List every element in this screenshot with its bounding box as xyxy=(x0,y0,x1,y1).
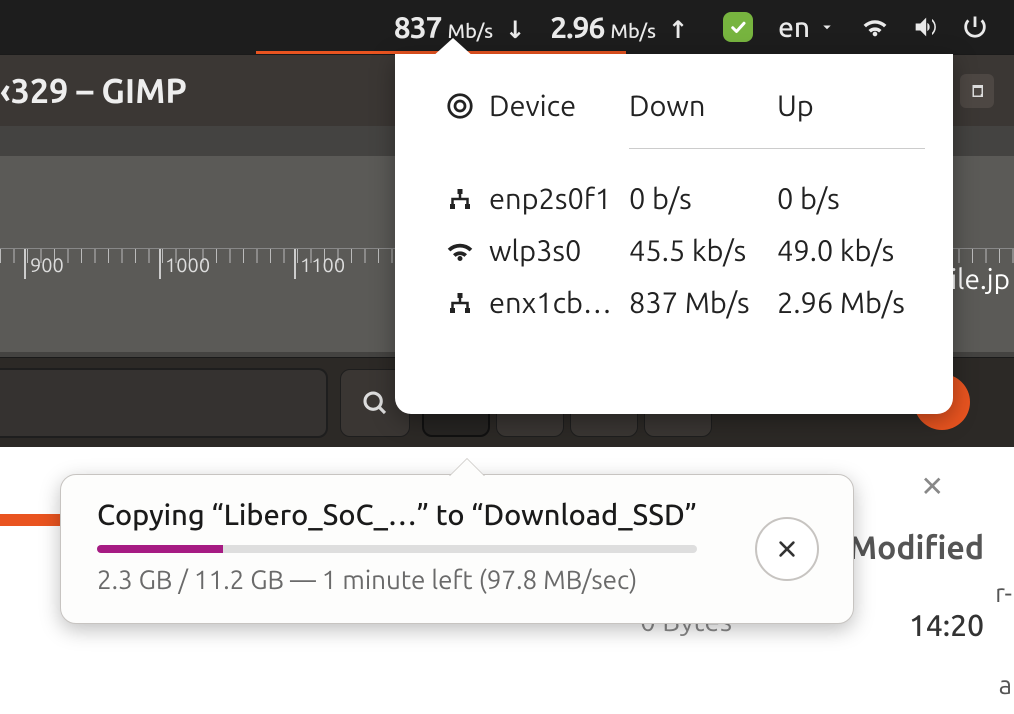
window-restore-button[interactable] xyxy=(960,74,994,108)
device-down: 837 Mb/s xyxy=(629,287,777,319)
arrow-up-icon: ↑ xyxy=(668,16,688,44)
popover-divider xyxy=(629,148,925,149)
copy-toast: Copying “Libero_SoC_…” to “Download_SSD”… xyxy=(60,474,854,624)
wifi-icon xyxy=(445,236,475,266)
toast-arrow-icon xyxy=(449,459,485,477)
ethernet-icon xyxy=(445,288,475,318)
device-up: 0 b/s xyxy=(777,183,925,215)
chevron-down-icon xyxy=(818,18,836,36)
net-up-value: 2.96 xyxy=(550,10,604,44)
toast-progress xyxy=(97,545,697,553)
system-tray[interactable] xyxy=(861,13,989,41)
device-row[interactable]: enp2s0f1 xyxy=(445,183,629,215)
top-panel: 837 Mb/s ↓ 2.96 Mb/s ↑ en xyxy=(0,0,1014,54)
arrow-down-icon: ↓ xyxy=(505,16,525,44)
edge-peek-right-2: a xyxy=(999,670,1012,699)
gear-icon[interactable] xyxy=(445,91,475,121)
toast-title: Copying “Libero_SoC_…” to “Download_SSD” xyxy=(97,499,817,531)
popover-header-down: Down xyxy=(629,90,777,122)
volume-icon[interactable] xyxy=(911,13,939,41)
device-up: 2.96 Mb/s xyxy=(777,287,925,319)
toast-progress-bar xyxy=(97,545,223,553)
ruler-tick-1100: 1100 xyxy=(300,253,345,276)
device-down: 0 b/s xyxy=(629,183,777,215)
status-ok-icon[interactable] xyxy=(723,12,753,42)
device-row[interactable]: wlp3s0 xyxy=(445,235,629,267)
toast-subtext: 2.3 GB / 11.2 GB — 1 minute left (97.8 M… xyxy=(97,565,817,594)
net-up-unit: Mb/s xyxy=(610,19,656,42)
device-name: wlp3s0 xyxy=(489,235,581,267)
device-name: enp2s0f1 xyxy=(489,183,611,215)
search-icon xyxy=(360,388,390,418)
edge-peek-right-1: r- xyxy=(995,578,1012,607)
column-header-modified[interactable]: Modified xyxy=(849,530,984,566)
power-icon[interactable] xyxy=(961,13,989,41)
net-up-indicator[interactable]: 2.96 Mb/s ↑ xyxy=(550,10,688,44)
window-title: ‹329 – GIMP xyxy=(0,72,187,110)
device-name: enx1cb… xyxy=(489,287,612,319)
toast-cancel-button[interactable] xyxy=(755,517,819,581)
close-icon xyxy=(776,538,798,560)
ethernet-icon xyxy=(445,184,475,214)
popover-header-device: Device xyxy=(489,90,576,122)
file-row-time: 14:20 xyxy=(909,608,984,642)
device-down: 45.5 kb/s xyxy=(629,235,777,267)
device-up: 49.0 kb/s xyxy=(777,235,925,267)
wifi-icon[interactable] xyxy=(861,13,889,41)
lang-label: en xyxy=(778,12,810,43)
popover-arrow-icon xyxy=(431,38,475,58)
close-icon[interactable]: ✕ xyxy=(921,470,944,503)
ruler-tick-1000: 1000 xyxy=(165,253,210,276)
network-popover: Device Down Up enp2s0f1 0 b/s 0 b/s wlp3… xyxy=(395,54,953,414)
ruler-tick-900: 900 xyxy=(30,253,64,276)
popover-header-up: Up xyxy=(777,90,925,122)
path-field[interactable] xyxy=(0,368,328,438)
lang-indicator[interactable]: en xyxy=(778,12,836,43)
device-row[interactable]: enx1cb… xyxy=(445,287,629,319)
